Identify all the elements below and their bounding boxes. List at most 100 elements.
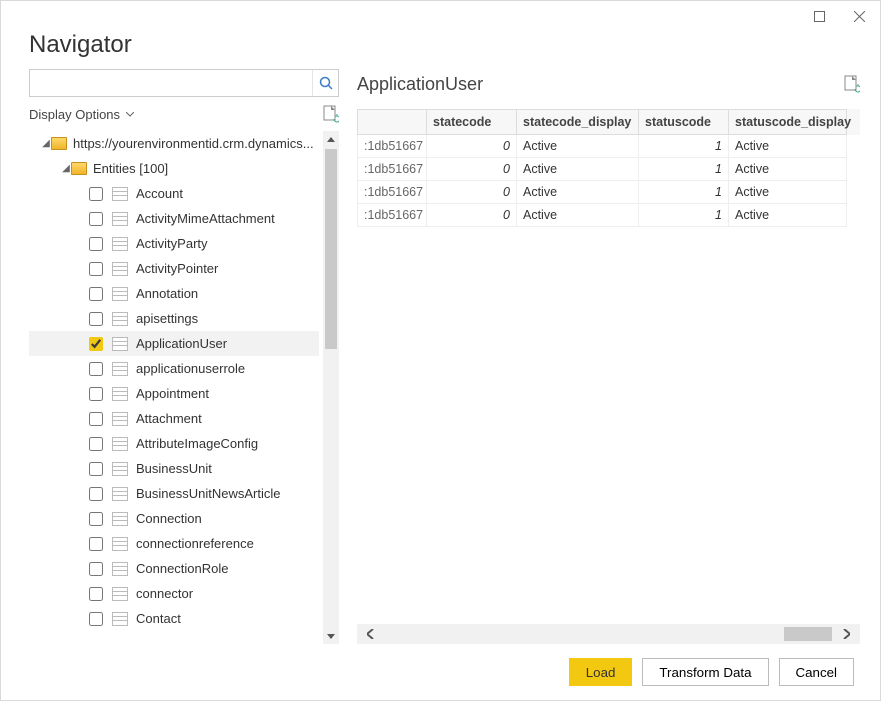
entity-checkbox[interactable] xyxy=(89,387,103,401)
entity-item[interactable]: Account xyxy=(29,181,319,206)
table-row[interactable]: :1db516670Active1Active xyxy=(357,204,860,227)
entity-checkbox[interactable] xyxy=(89,437,103,451)
entity-item[interactable]: connector xyxy=(29,581,319,606)
entity-label: Contact xyxy=(136,611,181,626)
h-scroll-thumb[interactable] xyxy=(784,627,832,641)
maximize-button[interactable] xyxy=(806,6,832,26)
cell-id: :1db51667 xyxy=(357,158,427,181)
col-header[interactable]: statuscode_display xyxy=(729,109,847,135)
display-options-dropdown[interactable]: Display Options xyxy=(29,107,134,122)
entity-checkbox[interactable] xyxy=(89,612,103,626)
entity-checkbox[interactable] xyxy=(89,312,103,326)
col-header[interactable]: statecode_display xyxy=(517,109,639,135)
cell-statecode-display: Active xyxy=(517,135,639,158)
refresh-preview-icon[interactable] xyxy=(323,105,339,123)
collapse-icon[interactable]: ◢ xyxy=(61,163,71,174)
entity-checkbox[interactable] xyxy=(89,487,103,501)
close-button[interactable] xyxy=(846,6,872,26)
entity-item[interactable]: Attachment xyxy=(29,406,319,431)
entity-item[interactable]: ConnectionRole xyxy=(29,556,319,581)
entity-label: apisettings xyxy=(136,311,198,326)
entity-checkbox[interactable] xyxy=(89,237,103,251)
table-icon xyxy=(112,537,128,551)
scroll-right-icon[interactable] xyxy=(832,629,860,639)
entity-item[interactable]: ApplicationUser xyxy=(29,331,319,356)
tree-entities-node[interactable]: ◢ Entities [100] xyxy=(29,156,319,181)
table-icon xyxy=(112,212,128,226)
col-header[interactable]: statuscode xyxy=(639,109,729,135)
entity-checkbox[interactable] xyxy=(89,462,103,476)
entity-checkbox[interactable] xyxy=(89,412,103,426)
preview-h-scrollbar[interactable] xyxy=(357,624,860,644)
cell-statecode: 0 xyxy=(427,158,517,181)
entity-item[interactable]: AttributeImageConfig xyxy=(29,431,319,456)
entity-checkbox[interactable] xyxy=(89,512,103,526)
entity-checkbox[interactable] xyxy=(89,562,103,576)
entity-checkbox[interactable] xyxy=(89,587,103,601)
left-panel: Display Options ◢ https://yourenvironmen… xyxy=(29,69,339,644)
entity-item[interactable]: BusinessUnitNewsArticle xyxy=(29,481,319,506)
collapse-icon[interactable]: ◢ xyxy=(41,138,51,149)
scroll-thumb[interactable] xyxy=(325,149,337,349)
cell-statecode-display: Active xyxy=(517,158,639,181)
search-button[interactable] xyxy=(312,70,338,96)
table-row[interactable]: :1db516670Active1Active xyxy=(357,135,860,158)
cell-statecode-display: Active xyxy=(517,204,639,227)
entity-checkbox[interactable] xyxy=(89,362,103,376)
entity-label: BusinessUnitNewsArticle xyxy=(136,486,281,501)
search-icon xyxy=(319,76,333,90)
table-icon xyxy=(112,512,128,526)
preview-title: ApplicationUser xyxy=(357,74,483,95)
header: Navigator xyxy=(1,31,880,69)
entity-item[interactable]: BusinessUnit xyxy=(29,456,319,481)
tree-scrollbar[interactable] xyxy=(323,131,339,644)
entity-label: ApplicationUser xyxy=(136,336,227,351)
entity-item[interactable]: Contact xyxy=(29,606,319,631)
entity-checkbox[interactable] xyxy=(89,537,103,551)
scroll-up-icon[interactable] xyxy=(323,131,339,147)
entity-checkbox[interactable] xyxy=(89,262,103,276)
transform-data-button[interactable]: Transform Data xyxy=(642,658,768,686)
table-row[interactable]: :1db516670Active1Active xyxy=(357,181,860,204)
cell-statecode: 0 xyxy=(427,181,517,204)
cancel-button[interactable]: Cancel xyxy=(779,658,855,686)
navigator-tree[interactable]: ◢ https://yourenvironmentid.crm.dynamics… xyxy=(29,131,319,644)
table-icon xyxy=(112,612,128,626)
entity-checkbox[interactable] xyxy=(89,337,103,351)
entity-item[interactable]: Annotation xyxy=(29,281,319,306)
cell-statuscode-display: Active xyxy=(729,158,847,181)
cell-id: :1db51667 xyxy=(357,181,427,204)
entity-label: connectionreference xyxy=(136,536,254,551)
entity-label: Attachment xyxy=(136,411,202,426)
entity-item[interactable]: Connection xyxy=(29,506,319,531)
preview-options-icon[interactable] xyxy=(844,75,860,93)
entity-checkbox[interactable] xyxy=(89,187,103,201)
search-input[interactable] xyxy=(30,70,312,96)
chevron-down-icon xyxy=(126,112,134,117)
tree-root-node[interactable]: ◢ https://yourenvironmentid.crm.dynamics… xyxy=(29,131,319,156)
entity-item[interactable]: applicationuserrole xyxy=(29,356,319,381)
col-header[interactable] xyxy=(357,109,427,135)
load-button[interactable]: Load xyxy=(569,658,633,686)
entity-checkbox[interactable] xyxy=(89,287,103,301)
table-header-row: statecode statecode_display statuscode s… xyxy=(357,109,860,135)
scroll-down-icon[interactable] xyxy=(323,628,339,644)
entity-item[interactable]: connectionreference xyxy=(29,531,319,556)
cell-statuscode: 1 xyxy=(639,181,729,204)
entity-item[interactable]: ActivityParty xyxy=(29,231,319,256)
col-header[interactable]: statecode xyxy=(427,109,517,135)
entity-item[interactable]: apisettings xyxy=(29,306,319,331)
table-icon xyxy=(112,262,128,276)
cell-statecode: 0 xyxy=(427,135,517,158)
close-icon xyxy=(854,11,865,22)
preview-table: statecode statecode_display statuscode s… xyxy=(357,109,860,227)
search-box[interactable] xyxy=(29,69,339,97)
table-row[interactable]: :1db516670Active1Active xyxy=(357,158,860,181)
entity-label: ActivityParty xyxy=(136,236,208,251)
entity-item[interactable]: ActivityPointer xyxy=(29,256,319,281)
entity-item[interactable]: ActivityMimeAttachment xyxy=(29,206,319,231)
entity-item[interactable]: Appointment xyxy=(29,381,319,406)
cell-statuscode: 1 xyxy=(639,158,729,181)
entity-checkbox[interactable] xyxy=(89,212,103,226)
scroll-left-icon[interactable] xyxy=(357,629,385,639)
